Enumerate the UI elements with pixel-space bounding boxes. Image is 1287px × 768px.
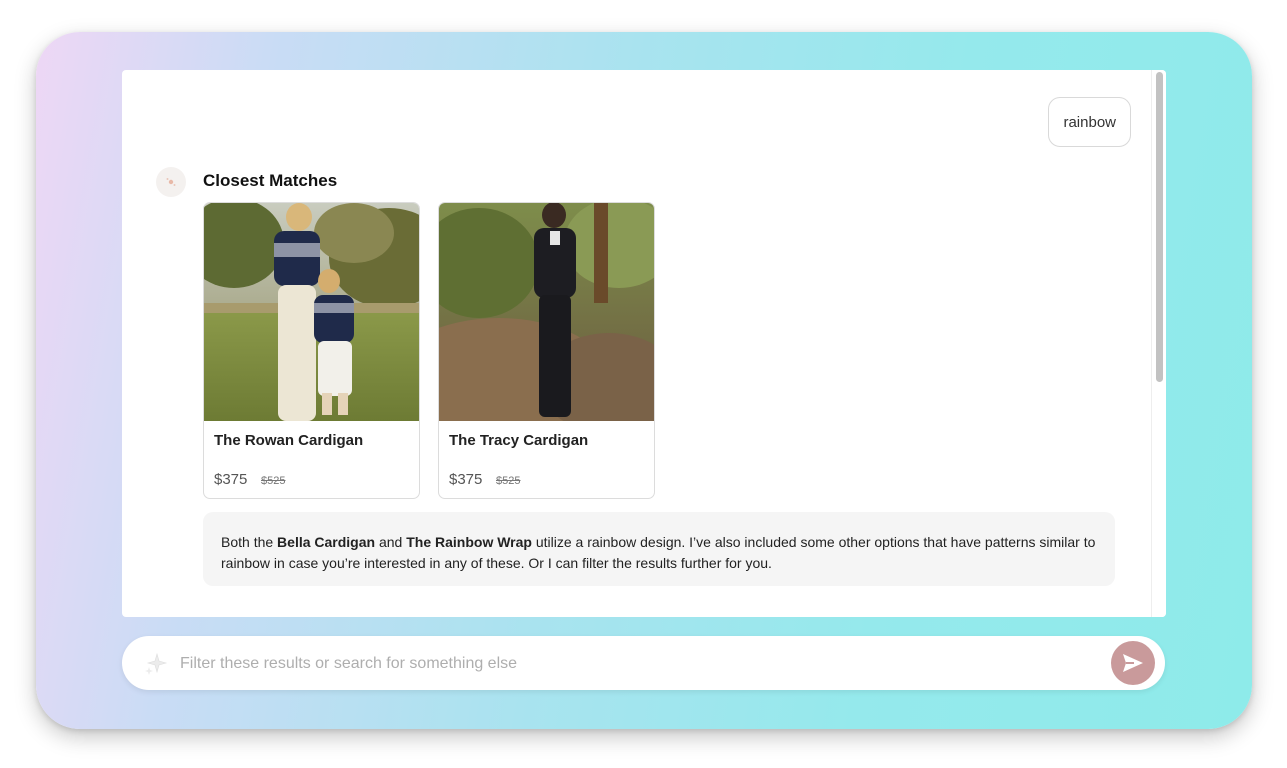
product-mention: Bella Cardigan	[277, 534, 376, 550]
product-original-price: $525	[261, 475, 286, 487]
scrollbar-thumb[interactable]	[1156, 72, 1163, 382]
product-original-price: $525	[496, 475, 521, 487]
product-image[interactable]	[439, 203, 654, 421]
send-button[interactable]	[1111, 641, 1155, 685]
product-mention: The Rainbow Wrap	[406, 534, 532, 550]
search-bar[interactable]	[122, 636, 1165, 692]
message-text: and	[375, 534, 407, 550]
product-card[interactable]: The Tracy Cardigan $375 $525	[438, 202, 655, 499]
product-card[interactable]: The Rowan Cardigan $375 $525	[203, 202, 420, 499]
product-name[interactable]: The Tracy Cardigan	[449, 432, 588, 449]
search-input[interactable]	[178, 636, 1102, 692]
sparkle-icon	[145, 652, 168, 675]
product-price: $375	[214, 471, 248, 488]
chat-panel: rainbow Closest Matches The Rowan Cardig…	[122, 70, 1166, 617]
user-message-text: rainbow	[1063, 113, 1116, 131]
section-title: Closest Matches	[203, 171, 338, 190]
send-icon	[1123, 654, 1143, 672]
scrollbar[interactable]	[1151, 70, 1166, 617]
product-name[interactable]: The Rowan Cardigan	[214, 432, 363, 449]
product-price: $375	[449, 471, 483, 488]
sparkle-avatar-icon	[166, 178, 176, 186]
message-text: Both the	[221, 534, 278, 550]
product-image[interactable]	[204, 203, 419, 421]
assistant-avatar	[156, 167, 186, 197]
user-message-bubble: rainbow	[1048, 97, 1131, 147]
assistant-message: Both the Bella Cardigan and The Rainbow …	[203, 512, 1115, 586]
